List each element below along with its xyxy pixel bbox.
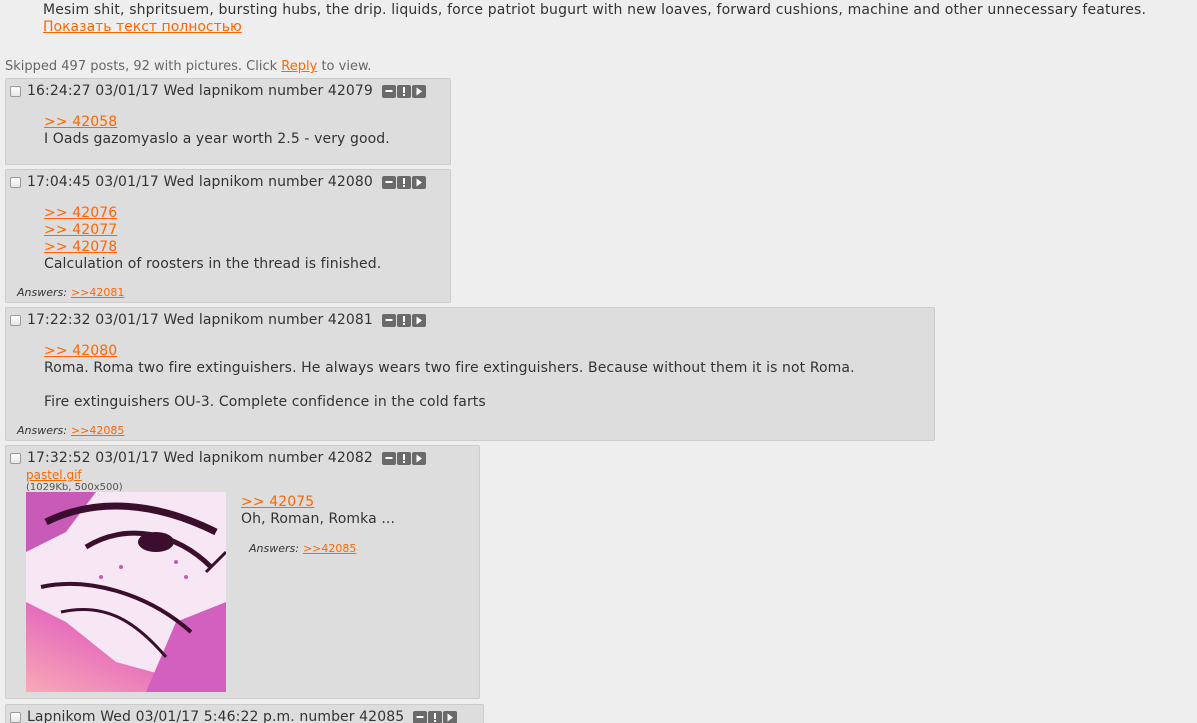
reply-ref-link[interactable]: >> 42075 [241,494,395,511]
reply-ref-link[interactable]: >> 42080 [44,343,855,360]
post: Lapnikom Wed 03/01/17 5:46:22 p.m. numbe… [5,704,484,723]
post-actions [381,313,426,327]
play-icon[interactable] [411,451,426,465]
answer-link[interactable]: >>42085 [303,542,356,555]
message-line [44,377,855,394]
play-icon[interactable] [411,313,426,327]
minus-icon[interactable] [381,84,396,98]
message-line: Roma. Roma two fire extinguishers. He al… [44,360,855,376]
exclamation-icon[interactable] [396,451,411,465]
answers-label: Answers: [17,286,67,299]
post-select-checkbox[interactable] [10,711,21,723]
message-line: I Oads gazomyaslo a year worth 2.5 - ver… [44,131,390,147]
post-meta: Lapnikom Wed 03/01/17 5:46:22 p.m. numbe… [27,709,405,723]
post-select-checkbox[interactable] [10,452,21,464]
answers-label: Answers: [17,424,67,437]
answer-link[interactable]: >>42085 [71,424,124,437]
answer-link[interactable]: >>42081 [71,286,124,299]
attachment-thumbnail[interactable] [26,492,228,692]
op-post-text: Mesim shit, shpritsuem, bursting hubs, t… [43,2,1147,18]
post-select-checkbox[interactable] [10,314,21,326]
attachment-file-link[interactable]: pastel.gif [26,468,82,482]
post-actions [381,84,426,98]
minus-icon[interactable] [381,451,396,465]
exclamation-icon[interactable] [428,710,443,723]
post-meta: 17:04:45 03/01/17 Wed lapnikom number 42… [27,174,373,190]
post: 17:04:45 03/01/17 Wed lapnikom number 42… [5,169,451,303]
minus-icon[interactable] [381,313,396,327]
post-meta: 16:24:27 03/01/17 Wed lapnikom number 42… [27,83,373,99]
post-message: >> 42075 Oh, Roman, Romka ... [241,494,395,528]
answers-label: Answers: [249,542,299,555]
post-select-checkbox[interactable] [10,85,21,97]
minus-icon[interactable] [413,710,428,723]
exclamation-icon[interactable] [396,175,411,189]
post-answers: Answers: >>42081 [17,286,124,299]
post-header: 16:24:27 03/01/17 Wed lapnikom number 42… [10,82,426,100]
post-header: Lapnikom Wed 03/01/17 5:46:22 p.m. numbe… [10,708,458,723]
post-answers: Answers: >>42085 [249,542,356,555]
message-line: Oh, Roman, Romka ... [241,511,395,527]
show-full-text-link[interactable]: Показать текст полностью [43,19,242,36]
play-icon[interactable] [411,175,426,189]
post-meta: 17:22:32 03/01/17 Wed lapnikom number 42… [27,312,373,328]
play-icon[interactable] [443,710,458,723]
post-answers: Answers: >>42085 [17,424,124,437]
post-actions [381,175,426,189]
reply-ref-link[interactable]: >> 42058 [44,114,390,131]
post-message: >> 42076 >> 42077 >> 42078 Calculation o… [44,205,381,273]
thread-page: Mesim shit, shpritsuem, bursting hubs, t… [0,0,1197,723]
post: 16:24:27 03/01/17 Wed lapnikom number 42… [5,78,451,165]
post-header: 17:04:45 03/01/17 Wed lapnikom number 42… [10,173,426,191]
reply-ref-link[interactable]: >> 42078 [44,239,381,256]
skipped-suffix: to view. [321,59,372,74]
skipped-text: Skipped 497 posts, 92 with pictures. Cli… [5,59,278,74]
message-line: Calculation of roosters in the thread is… [44,256,382,272]
minus-icon[interactable] [381,175,396,189]
post-header: 17:32:52 03/01/17 Wed lapnikom number 42… [10,449,426,467]
post-meta: 17:32:52 03/01/17 Wed lapnikom number 42… [27,450,373,466]
post-message: >> 42080 Roma. Roma two fire extinguishe… [44,343,855,411]
post: 17:32:52 03/01/17 Wed lapnikom number 42… [5,445,480,699]
exclamation-icon[interactable] [396,84,411,98]
post: 17:22:32 03/01/17 Wed lapnikom number 42… [5,307,935,441]
reply-ref-link[interactable]: >> 42076 [44,205,381,222]
message-line: Fire extinguishers OU-3. Complete confid… [44,394,486,410]
post-actions [381,451,426,465]
exclamation-icon[interactable] [396,313,411,327]
skipped-posts-notice: Skipped 497 posts, 92 with pictures. Cli… [5,58,372,75]
reply-link[interactable]: Reply [281,59,317,74]
post-select-checkbox[interactable] [10,176,21,188]
post-message: >> 42058 I Oads gazomyaslo a year worth … [44,114,390,148]
reply-ref-link[interactable]: >> 42077 [44,222,381,239]
play-icon[interactable] [411,84,426,98]
post-header: 17:22:32 03/01/17 Wed lapnikom number 42… [10,311,426,329]
post-actions [413,710,458,723]
